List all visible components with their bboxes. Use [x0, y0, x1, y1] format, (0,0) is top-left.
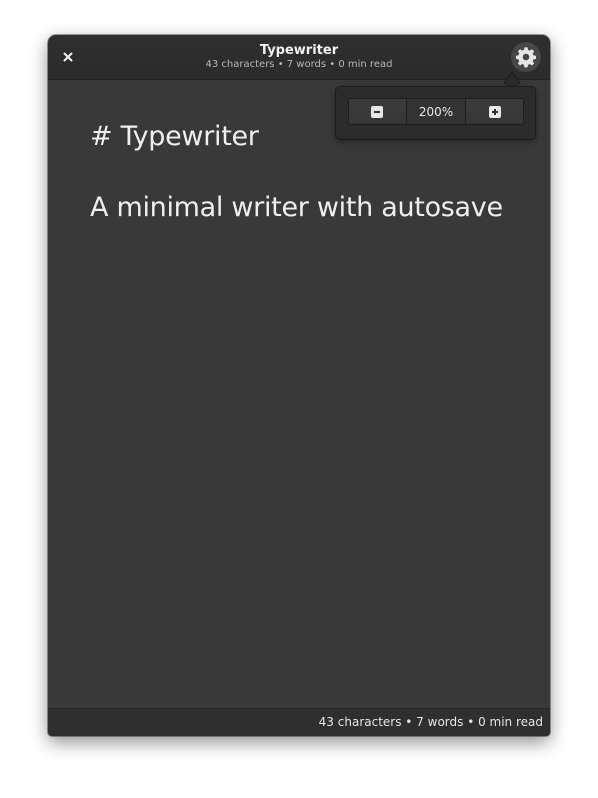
window-subtitle: 43 characters • 7 words • 0 min read [205, 59, 393, 70]
text-editor[interactable]: # Typewriter A minimal writer with autos… [48, 80, 550, 708]
zoom-out-button[interactable] [349, 99, 406, 124]
plus-icon [488, 105, 501, 118]
status-bar: 43 characters • 7 words • 0 min read [48, 708, 550, 736]
minus-icon [371, 105, 384, 118]
status-text: 43 characters • 7 words • 0 min read [318, 715, 543, 729]
title-block: Typewriter 43 characters • 7 words • 0 m… [48, 43, 550, 71]
settings-button[interactable] [510, 41, 542, 73]
editor-line-heading[interactable]: # Typewriter [90, 121, 259, 152]
window-title: Typewriter [259, 43, 339, 58]
gear-icon [516, 47, 536, 68]
app-window: Typewriter 43 characters • 7 words • 0 m… [48, 35, 550, 736]
zoom-level: 200% [405, 99, 466, 124]
header-bar: Typewriter 43 characters • 7 words • 0 m… [48, 35, 550, 80]
editor-line-body[interactable]: A minimal writer with autosave [90, 192, 503, 223]
zoom-in-button[interactable] [465, 99, 523, 124]
zoom-control: 200% [348, 98, 524, 125]
zoom-popover: 200% [335, 86, 536, 140]
